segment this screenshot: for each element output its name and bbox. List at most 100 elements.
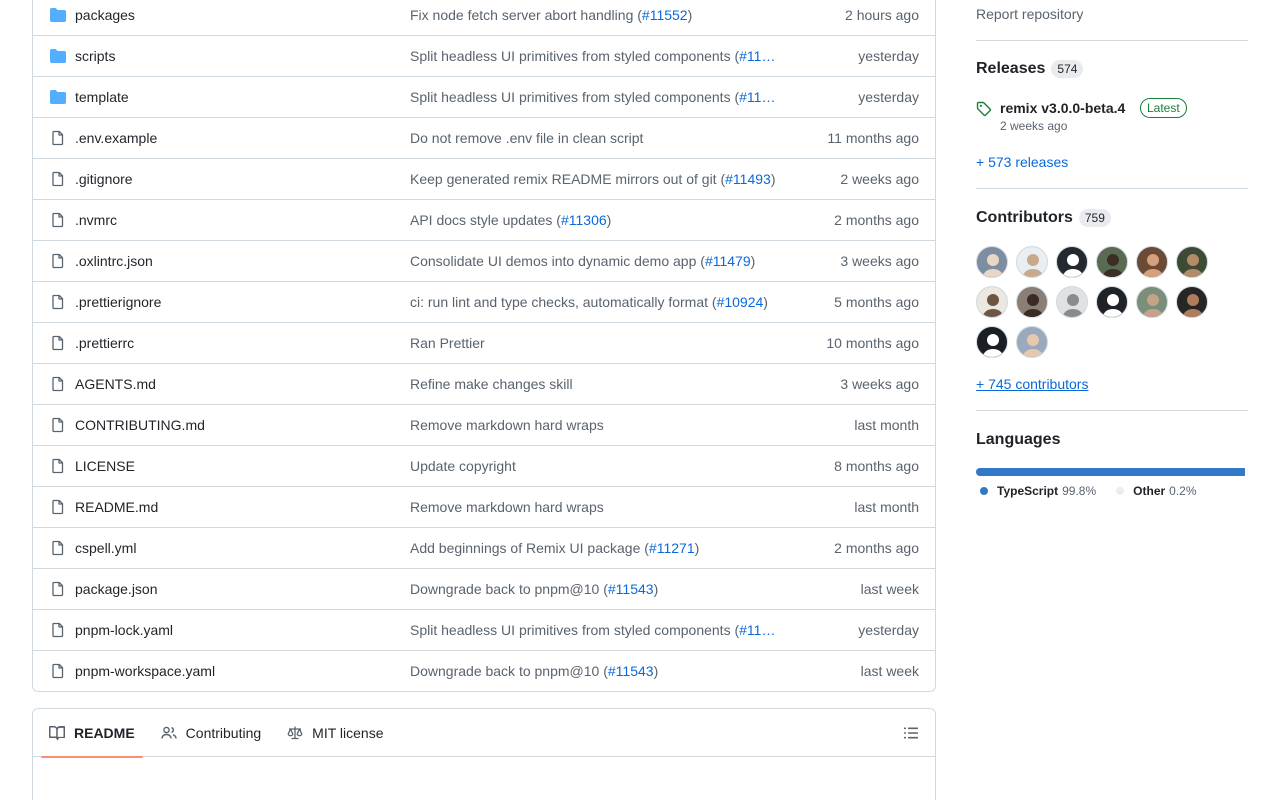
commit-time[interactable]: 3 weeks ago	[840, 253, 919, 269]
file-name-link[interactable]: packages	[75, 7, 135, 23]
pull-request-link[interactable]: #11479	[705, 253, 751, 269]
contributor-avatar[interactable]	[1016, 246, 1048, 278]
commit-time[interactable]: 5 months ago	[834, 294, 919, 310]
contributor-avatar[interactable]	[976, 246, 1008, 278]
contributor-avatar[interactable]	[976, 286, 1008, 318]
file-name-link[interactable]: package.json	[75, 581, 158, 597]
file-name-link[interactable]: .prettierignore	[75, 294, 161, 310]
file-name-link[interactable]: pnpm-workspace.yaml	[75, 663, 215, 679]
pull-request-link[interactable]: #11543	[608, 581, 654, 597]
pull-request-link[interactable]: #11…	[739, 89, 775, 105]
commit-time[interactable]: yesterday	[858, 622, 919, 638]
file-row[interactable]: packages Fix node fetch server abort hand…	[33, 0, 935, 35]
contributor-avatar[interactable]	[1016, 326, 1048, 358]
file-row[interactable]: template Split headless UI primitives fro…	[33, 76, 935, 117]
contributor-avatar[interactable]	[1096, 286, 1128, 318]
file-row[interactable]: package.json Downgrade back to pnpm@10 (#…	[33, 568, 935, 609]
commit-message[interactable]: Split headless UI primitives from styled…	[410, 48, 796, 64]
pull-request-link[interactable]: #11552	[642, 7, 688, 23]
file-row[interactable]: scripts Split headless UI primitives from…	[33, 35, 935, 76]
file-row[interactable]: CONTRIBUTING.md Remove markdown hard wrap…	[33, 404, 935, 445]
commit-message[interactable]: Split headless UI primitives from styled…	[410, 622, 796, 638]
latest-release[interactable]: remix v3.0.0-beta.4 Latest 2 weeks ago	[976, 98, 1248, 138]
commit-message[interactable]: Do not remove .env file in clean script	[410, 130, 796, 146]
pull-request-link[interactable]: #10924	[717, 294, 764, 310]
file-row[interactable]: .gitignore Keep generated remix README mi…	[33, 158, 935, 199]
file-row[interactable]: AGENTS.md Refine make changes skill 3 week…	[33, 363, 935, 404]
releases-heading[interactable]: Releases 574	[976, 60, 1084, 78]
contributor-avatar[interactable]	[1096, 246, 1128, 278]
file-name-link[interactable]: .oxlintrc.json	[75, 253, 153, 269]
commit-time[interactable]: 2 months ago	[834, 540, 919, 556]
commit-message[interactable]: API docs style updates (#11306)	[410, 212, 796, 228]
tab-license[interactable]: MIT license	[279, 709, 391, 757]
contributor-avatar[interactable]	[1016, 286, 1048, 318]
commit-message[interactable]: ci: run lint and type checks, automatica…	[410, 294, 796, 310]
commit-time[interactable]: last month	[854, 417, 919, 433]
commit-message[interactable]: Ran Prettier	[410, 335, 796, 351]
outline-button[interactable]	[903, 725, 919, 741]
contributor-avatar[interactable]	[1056, 286, 1088, 318]
file-name-link[interactable]: CONTRIBUTING.md	[75, 417, 205, 433]
file-row[interactable]: README.md Remove markdown hard wraps last …	[33, 486, 935, 527]
contributor-avatar[interactable]	[1176, 246, 1208, 278]
commit-message[interactable]: Consolidate UI demos into dynamic demo a…	[410, 253, 796, 269]
commit-message[interactable]: Update copyright	[410, 458, 796, 474]
file-row[interactable]: .nvmrc API docs style updates (#11306) 2 m…	[33, 199, 935, 240]
commit-message[interactable]: Downgrade back to pnpm@10 (#11543)	[410, 663, 796, 679]
file-name-link[interactable]: .env.example	[75, 130, 157, 146]
pull-request-link[interactable]: #11493	[725, 171, 771, 187]
commit-message[interactable]: Refine make changes skill	[410, 376, 796, 392]
file-name-link[interactable]: cspell.yml	[75, 540, 136, 556]
commit-time[interactable]: last week	[861, 663, 919, 679]
contributor-avatar[interactable]	[976, 326, 1008, 358]
commit-message[interactable]: Add beginnings of Remix UI package (#112…	[410, 540, 796, 556]
commit-message[interactable]: Remove markdown hard wraps	[410, 417, 796, 433]
commit-message[interactable]: Remove markdown hard wraps	[410, 499, 796, 515]
file-row[interactable]: .env.example Do not remove .env file in c…	[33, 117, 935, 158]
file-name-link[interactable]: .gitignore	[75, 171, 133, 187]
file-name-link[interactable]: pnpm-lock.yaml	[75, 622, 173, 638]
file-row[interactable]: pnpm-workspace.yaml Downgrade back to pnp…	[33, 650, 935, 691]
commit-time[interactable]: 2 months ago	[834, 212, 919, 228]
commit-time[interactable]: 11 months ago	[827, 130, 919, 146]
report-repository-link[interactable]: Report repository	[976, 6, 1083, 22]
tab-readme[interactable]: README	[41, 709, 143, 758]
commit-message[interactable]: Split headless UI primitives from styled…	[410, 89, 796, 105]
commit-time[interactable]: 2 weeks ago	[840, 171, 919, 187]
tab-contributing[interactable]: Contributing	[153, 709, 270, 757]
file-name-link[interactable]: README.md	[75, 499, 158, 515]
commit-time[interactable]: last month	[854, 499, 919, 515]
file-row[interactable]: .prettierrc Ran Prettier 10 months ago	[33, 322, 935, 363]
commit-message[interactable]: Downgrade back to pnpm@10 (#11543)	[410, 581, 796, 597]
contributors-heading[interactable]: Contributors 759	[976, 209, 1111, 227]
commit-time[interactable]: 8 months ago	[834, 458, 919, 474]
file-name-link[interactable]: .prettierrc	[75, 335, 134, 351]
pull-request-link[interactable]: #11271	[649, 540, 695, 556]
commit-time[interactable]: last week	[861, 581, 919, 597]
file-name-link[interactable]: scripts	[75, 48, 115, 64]
file-name-link[interactable]: template	[75, 89, 129, 105]
file-row[interactable]: cspell.yml Add beginnings of Remix UI pac…	[33, 527, 935, 568]
commit-time[interactable]: 3 weeks ago	[840, 376, 919, 392]
more-contributors-link[interactable]: + 745 contributors	[976, 376, 1088, 392]
commit-time[interactable]: 2 hours ago	[845, 7, 919, 23]
commit-message[interactable]: Fix node fetch server abort handling (#1…	[410, 7, 796, 23]
pull-request-link[interactable]: #11306	[561, 212, 607, 228]
pull-request-link[interactable]: #11…	[739, 48, 775, 64]
file-row[interactable]: .prettierignore ci: run lint and type che…	[33, 281, 935, 322]
file-name-link[interactable]: AGENTS.md	[75, 376, 156, 392]
contributor-avatar[interactable]	[1176, 286, 1208, 318]
file-row[interactable]: LICENSE Update copyright 8 months ago	[33, 445, 935, 486]
file-name-link[interactable]: .nvmrc	[75, 212, 117, 228]
contributor-avatar[interactable]	[1136, 286, 1168, 318]
commit-message[interactable]: Keep generated remix README mirrors out …	[410, 171, 796, 187]
commit-time[interactable]: yesterday	[858, 48, 919, 64]
language-item[interactable]: Other 0.2%	[1112, 484, 1197, 498]
pull-request-link[interactable]: #11…	[739, 622, 775, 638]
pull-request-link[interactable]: #11543	[608, 663, 654, 679]
more-releases-link[interactable]: + 573 releases	[976, 154, 1068, 170]
contributor-avatar[interactable]	[1136, 246, 1168, 278]
commit-time[interactable]: 10 months ago	[826, 335, 919, 351]
file-name-link[interactable]: LICENSE	[75, 458, 135, 474]
